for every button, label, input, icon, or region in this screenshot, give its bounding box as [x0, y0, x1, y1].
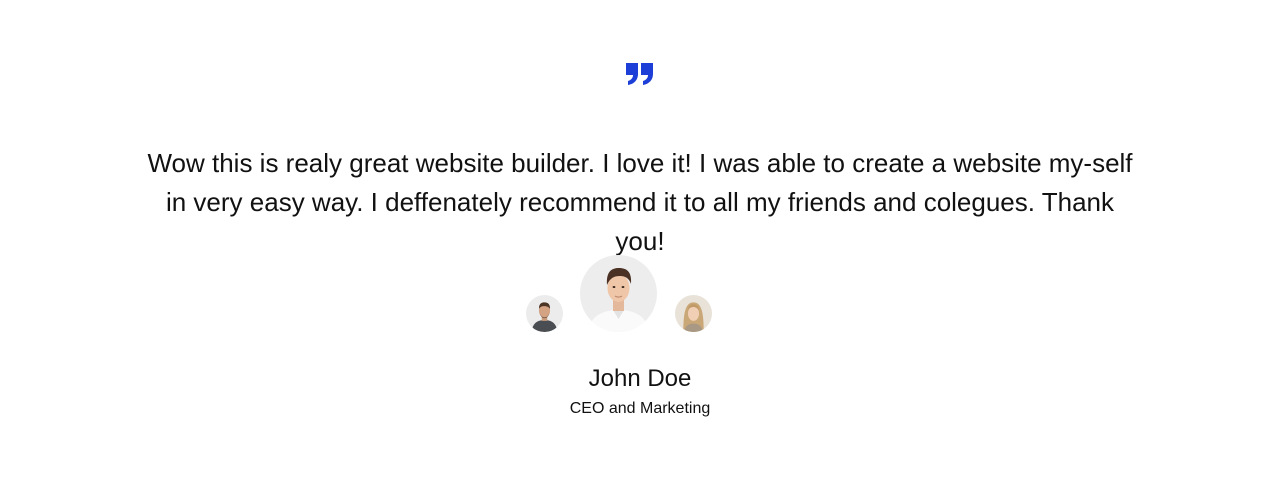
avatar-right[interactable]: [675, 295, 712, 332]
quote-icon: [625, 62, 655, 86]
avatar-left[interactable]: [526, 295, 563, 332]
testimonial-quote: Wow this is realy great website builder.…: [147, 148, 1133, 256]
avatar-center-active[interactable]: [580, 255, 657, 332]
author-name: John Doe: [588, 365, 692, 392]
author-role: CEO and Marketing: [569, 400, 711, 417]
testimonial-section: Wow this is realy great website builder.…: [0, 0, 1280, 488]
